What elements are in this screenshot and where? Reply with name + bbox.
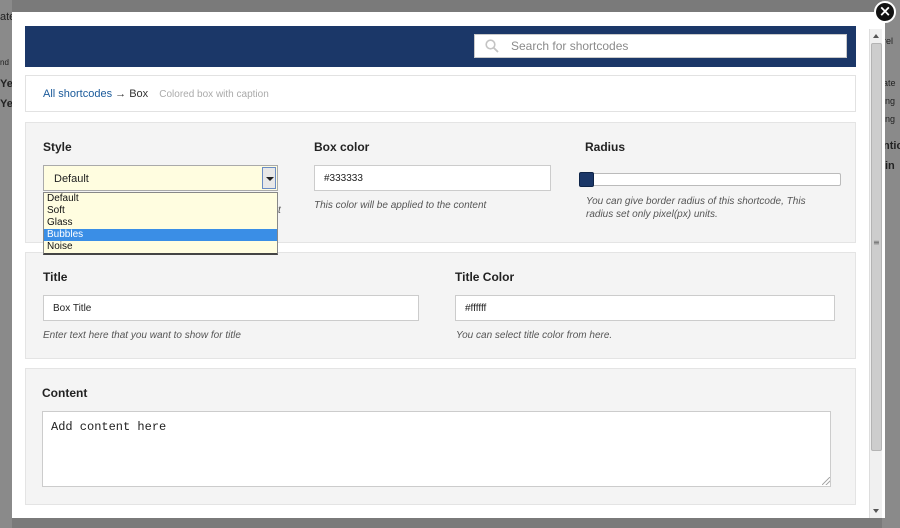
resize-grip-icon[interactable] bbox=[822, 477, 830, 485]
breadcrumb: All shortcodes → Box Colored box with ca… bbox=[25, 75, 856, 112]
radius-slider[interactable] bbox=[579, 172, 841, 187]
background-text: Ye bbox=[0, 78, 12, 90]
background-text: ing bbox=[883, 96, 896, 106]
box-color-input[interactable] bbox=[314, 165, 551, 191]
box-color-help: This color will be applied to the conten… bbox=[314, 200, 487, 211]
background-text: ing bbox=[883, 114, 896, 124]
background-text: Ye bbox=[0, 98, 12, 110]
background-text: rel bbox=[883, 36, 894, 46]
style-select[interactable]: Default bbox=[43, 165, 278, 191]
chevron-down-icon[interactable] bbox=[262, 167, 276, 189]
breadcrumb-description: Colored box with caption bbox=[159, 89, 269, 100]
background-text: ate bbox=[0, 11, 12, 23]
content-settings-panel: Content Add content here bbox=[25, 368, 856, 505]
style-option-soft[interactable]: Soft bbox=[44, 205, 277, 217]
style-option-glass[interactable]: Glass bbox=[44, 217, 277, 229]
box-color-label: Box color bbox=[314, 140, 370, 154]
shortcode-modal: All shortcodes → Box Colored box with ca… bbox=[12, 12, 885, 518]
modal-header bbox=[25, 26, 856, 67]
search-icon bbox=[485, 39, 499, 53]
close-icon[interactable]: × bbox=[874, 1, 896, 23]
title-color-label: Title Color bbox=[455, 270, 515, 284]
title-settings-panel: Title Enter text here that you want to s… bbox=[25, 252, 856, 359]
background-text: ate bbox=[883, 78, 896, 88]
background-text: ntio bbox=[883, 140, 900, 152]
scroll-down-arrow-icon[interactable] bbox=[870, 504, 883, 518]
style-help-fragment: t bbox=[278, 205, 281, 216]
radius-label: Radius bbox=[585, 140, 626, 154]
search-input[interactable] bbox=[511, 35, 831, 57]
style-selected-value: Default bbox=[54, 173, 89, 185]
modal-scrollbar[interactable] bbox=[869, 29, 882, 518]
title-help: Enter text here that you want to show fo… bbox=[43, 330, 241, 341]
style-option-noise[interactable]: Noise bbox=[44, 241, 277, 253]
radius-help: You can give border radius of this short… bbox=[586, 196, 806, 220]
title-color-help: You can select title color from here. bbox=[456, 330, 613, 341]
style-label: Style bbox=[43, 140, 72, 154]
title-color-input[interactable] bbox=[455, 295, 835, 321]
style-dropdown-list[interactable]: Default Soft Glass Bubbles Noise bbox=[43, 192, 278, 255]
breadcrumb-arrow: → bbox=[115, 88, 127, 100]
style-option-default[interactable]: Default bbox=[44, 193, 277, 205]
title-label: Title bbox=[43, 270, 68, 284]
scroll-up-arrow-icon[interactable] bbox=[870, 29, 883, 43]
style-settings-panel: Style Default t Default Soft Glass Bubbl… bbox=[25, 122, 856, 255]
scrollbar-thumb[interactable] bbox=[871, 43, 882, 451]
breadcrumb-current: Box bbox=[129, 88, 149, 100]
search-box[interactable] bbox=[474, 34, 847, 58]
breadcrumb-all-shortcodes-link[interactable]: All shortcodes bbox=[43, 88, 112, 100]
content-label: Content bbox=[42, 386, 88, 400]
title-input[interactable] bbox=[43, 295, 419, 321]
content-textarea[interactable]: Add content here bbox=[42, 411, 831, 487]
background-text: in bbox=[885, 160, 895, 172]
radius-slider-handle[interactable] bbox=[579, 172, 594, 187]
background-text: nd bbox=[0, 58, 9, 67]
style-option-bubbles[interactable]: Bubbles bbox=[44, 229, 277, 241]
